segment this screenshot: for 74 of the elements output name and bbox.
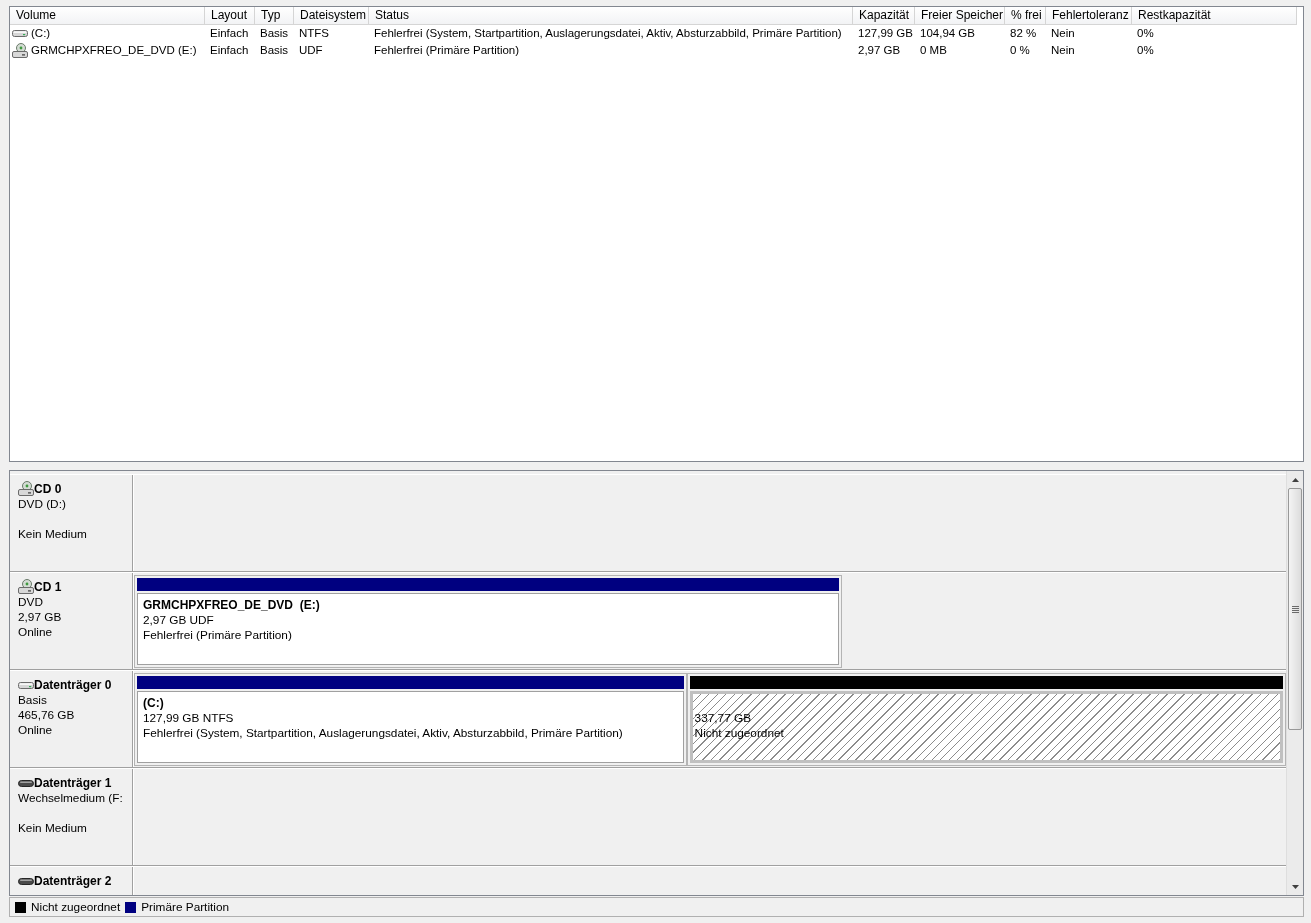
table-cell-text: Fehlerfrei (System, Startpartition, Auslagerungsdatei, Aktiv, Absturzabbild, Primäre Partition) — [373, 26, 843, 41]
disk-name: Datenträger 1 — [34, 776, 112, 791]
table-cell-text: Basis — [259, 26, 290, 41]
table-cell-text: Fehlerfrei (Primäre Partition) — [373, 43, 521, 58]
disk-status: Online — [18, 625, 54, 640]
table-cell-text: 0 % — [1009, 43, 1031, 58]
disk-size: 465,76 GB — [18, 708, 76, 723]
disk-name: CD 0 — [34, 482, 62, 497]
column-header[interactable]: Restkapazität — [1132, 7, 1297, 25]
legend-label: Nicht zugeordnet — [31, 900, 121, 914]
flat-drive-icon — [18, 878, 34, 885]
disk-size: 2,97 GB — [18, 610, 63, 625]
partition[interactable]: 337,77 GB Nicht zugeordnet — [686, 673, 1286, 766]
table-cell-text: 104,94 GB — [919, 26, 976, 41]
scrollbar-thumb[interactable] — [1288, 488, 1302, 730]
disk-type: Basis — [18, 693, 48, 708]
table-cell-text: 0% — [1136, 43, 1155, 58]
disk-type: DVD (D:) — [18, 497, 67, 512]
table-cell-text: Einfach — [209, 26, 250, 41]
disc-drive-icon — [18, 480, 34, 496]
column-header[interactable]: Freier Speicher — [915, 7, 1005, 25]
table-cell-text: NTFS — [298, 26, 331, 41]
disc-drive-icon — [12, 43, 28, 58]
table-cell-text: UDF — [298, 43, 324, 58]
partition[interactable]: (C:) 127,99 GB NTFS Fehlerfrei (System, Startpartition, Auslagerungsdatei, Aktiv, Absturzabbild, Primäre Partition) — [134, 673, 687, 766]
column-header[interactable]: Typ — [255, 7, 294, 25]
partition-size: 127,99 GB NTFS — [143, 711, 235, 726]
flat-drive-icon — [18, 780, 34, 787]
grip-icon — [1291, 605, 1299, 613]
disk-name: Datenträger 2 — [34, 874, 112, 889]
partition[interactable]: GRMCHPXFREO_DE_DVD (E:) 2,97 GB UDF Fehlerfrei (Primäre Partition) — [134, 575, 843, 668]
disk-status: Kein Medium — [18, 527, 88, 542]
column-header[interactable]: Status — [369, 7, 853, 25]
table-cell-text: 82 % — [1009, 26, 1038, 41]
disk-type: Wechselmedium (F: — [18, 791, 124, 806]
column-header[interactable]: Volume — [10, 7, 205, 25]
partition-title: GRMCHPXFREO_DE_DVD (E:) — [143, 598, 321, 613]
table-cell-text: Nein — [1050, 43, 1076, 58]
column-header[interactable]: Layout — [205, 7, 255, 25]
disk-type: DVD — [18, 595, 44, 610]
up-arrow-icon — [1291, 477, 1299, 482]
column-header[interactable]: Kapazität — [853, 7, 915, 25]
table-cell-text: Basis — [259, 43, 290, 58]
disk-panel[interactable]: Datenträger 0 Basis 465,76 GB Online — [10, 671, 133, 767]
disk-panel[interactable]: Datenträger 1 Wechselmedium (F: Kein Medium — [10, 769, 133, 865]
hard-drive-icon — [18, 682, 34, 689]
volume-name: GRMCHPXFREO_DE_DVD (E:) — [31, 43, 197, 58]
table-cell-text: 0% — [1136, 26, 1155, 41]
disk-panel[interactable]: CD 0 DVD (D:) Kein Medium — [10, 475, 133, 571]
hard-drive-icon — [12, 30, 28, 37]
table-cell-text: 0 MB — [919, 43, 948, 58]
scrollbar[interactable] — [1286, 471, 1303, 895]
partition-status: Nicht zugeordnet — [694, 726, 785, 741]
partition-title: (C:) — [143, 696, 165, 711]
column-header[interactable]: Fehlertoleranz — [1046, 7, 1132, 25]
partition-status: Fehlerfrei (System, Startpartition, Auslagerungsdatei, Aktiv, Absturzabbild, Primäre Partition) — [143, 726, 624, 741]
table-cell-text: 2,97 GB — [857, 43, 902, 58]
partition-size: 2,97 GB UDF — [143, 613, 215, 628]
column-header[interactable]: % frei — [1005, 7, 1046, 25]
table-cell-text: Nein — [1050, 26, 1076, 41]
disk-status: Kein Medium — [18, 821, 88, 836]
disk-panel[interactable]: CD 1 DVD 2,97 GB Online — [10, 573, 133, 669]
column-header[interactable]: Dateisystem — [294, 7, 369, 25]
partition-status: Fehlerfrei (Primäre Partition) — [143, 628, 293, 643]
volume-name: (C:) — [31, 26, 51, 41]
partition-size: 337,77 GB — [694, 711, 752, 726]
disk-status: Online — [18, 723, 54, 738]
disk-name: CD 1 — [34, 580, 62, 595]
legend-label: Primäre Partition — [141, 900, 230, 914]
disk-name: Datenträger 0 — [34, 678, 112, 693]
down-arrow-icon — [1291, 884, 1299, 889]
table-cell-text: Einfach — [209, 43, 250, 58]
disc-drive-icon — [18, 578, 34, 594]
table-cell-text: 127,99 GB — [857, 26, 914, 41]
